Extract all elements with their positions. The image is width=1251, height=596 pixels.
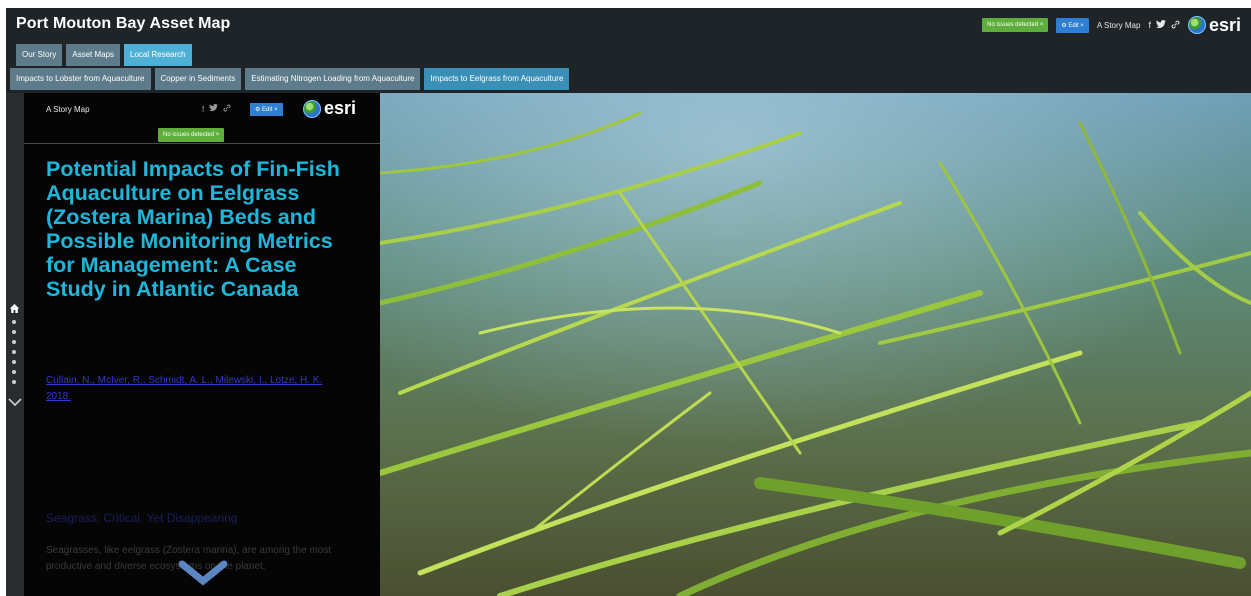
story-title: Potential Impacts of Fin-Fish Aquacultur…	[46, 157, 340, 301]
facebook-icon[interactable]: f	[202, 105, 204, 114]
tab-copper[interactable]: Copper in Sediments	[154, 68, 242, 90]
app-header: Port Mouton Bay Asset Map No issues dete…	[6, 8, 1251, 42]
storymap-label[interactable]: A Story Map	[46, 105, 90, 114]
tab-asset-maps[interactable]: Asset Maps	[66, 44, 121, 66]
panel-divider	[24, 143, 380, 144]
secondary-tabs: Impacts to Lobster from Aquaculture Copp…	[10, 68, 570, 90]
issues-badge[interactable]: No issues detected ×	[982, 18, 1049, 32]
section-heading: Seagrass: Critical, Yet Disappearing	[46, 511, 238, 525]
section-nav-rail	[6, 93, 24, 596]
twitter-icon[interactable]	[1155, 19, 1166, 31]
esri-logo[interactable]: esri	[1187, 14, 1241, 36]
globe-icon	[303, 99, 321, 118]
tab-local-research[interactable]: Local Research	[124, 44, 192, 66]
panel-edit-button[interactable]: ⚙ Edit ×	[250, 103, 283, 116]
link-icon[interactable]	[223, 104, 231, 114]
nav-dot[interactable]	[12, 360, 16, 364]
nav-dot[interactable]	[12, 320, 16, 324]
panel-esri-logo[interactable]: esri	[303, 98, 356, 119]
storymap-link[interactable]: A Story Map	[1097, 21, 1141, 30]
citation-link[interactable]: Cullain, N., McIver, R., Schmidt, A. L.,…	[46, 373, 346, 405]
facebook-icon[interactable]: f	[1148, 20, 1151, 30]
panel-issues-badge[interactable]: No issues detected ×	[158, 128, 225, 142]
header-actions: No issues detected × ⚙ Edit × A Story Ma…	[982, 12, 1241, 38]
primary-tabs: Our Story Asset Maps Local Research	[16, 44, 192, 66]
app-title: Port Mouton Bay Asset Map	[16, 15, 231, 32]
link-icon[interactable]	[1171, 20, 1180, 31]
app-window: Port Mouton Bay Asset Map No issues dete…	[6, 8, 1251, 596]
esri-logo-text: esri	[1208, 14, 1241, 35]
story-side-panel: A Story Map f ⚙ Edit × esri No issues de…	[24, 93, 380, 596]
tab-nitrogen[interactable]: Estimating Nitrogen Loading from Aquacul…	[245, 68, 421, 90]
tab-our-story[interactable]: Our Story	[16, 44, 63, 66]
nav-dot[interactable]	[12, 370, 16, 374]
nav-dot[interactable]	[12, 350, 16, 354]
scroll-down-chevron-icon[interactable]	[174, 558, 232, 588]
nav-dot[interactable]	[12, 340, 16, 344]
nav-dot[interactable]	[12, 380, 16, 384]
nav-dot[interactable]	[12, 330, 16, 334]
panel-share-icons: f	[202, 104, 231, 114]
edit-button[interactable]: ⚙ Edit ×	[1056, 17, 1089, 33]
globe-icon	[1187, 16, 1206, 34]
tab-lobster[interactable]: Impacts to Lobster from Aquaculture	[10, 68, 151, 90]
esri-logo-text: esri	[324, 98, 357, 118]
tab-eelgrass[interactable]: Impacts to Eelgrass from Aquaculture	[424, 68, 570, 90]
twitter-icon[interactable]	[209, 104, 219, 114]
eelgrass-photo	[380, 93, 1251, 596]
chevron-down-icon[interactable]	[8, 395, 22, 410]
share-icons: f	[1148, 19, 1180, 31]
story-content: A Story Map f ⚙ Edit × esri No issues de…	[6, 93, 1251, 596]
home-icon[interactable]	[9, 303, 20, 317]
